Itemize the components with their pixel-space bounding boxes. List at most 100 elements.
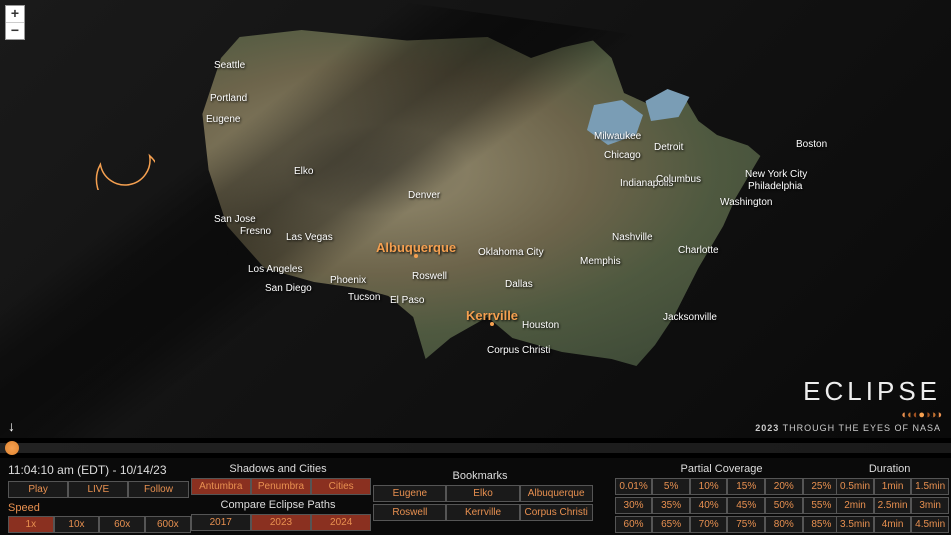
coverage-40[interactable]: 40%	[690, 497, 728, 514]
duration-3min[interactable]: 3min	[911, 497, 949, 514]
city-dallas[interactable]: Dallas	[505, 279, 533, 290]
play-button[interactable]: Play	[8, 481, 68, 498]
time-slider[interactable]	[0, 443, 951, 453]
coverage-60[interactable]: 60%	[615, 516, 653, 533]
moon-phases-icon: ◐◐◐●◑◑◑	[755, 409, 941, 421]
speed-60x-button[interactable]: 60x	[99, 516, 145, 533]
bookmark-albuquerque[interactable]: Albuquerque	[520, 485, 593, 502]
duration-1min[interactable]: 1min	[874, 478, 912, 495]
antumbra-toggle[interactable]: Antumbra	[191, 478, 251, 495]
duration-0.5min[interactable]: 0.5min	[836, 478, 874, 495]
time-slider-thumb[interactable]	[5, 441, 19, 455]
city-phoenix[interactable]: Phoenix	[330, 275, 366, 286]
duration-title: Duration	[836, 463, 943, 475]
city-chicago[interactable]: Chicago	[604, 150, 641, 161]
eclipse-path-shadow	[0, 0, 681, 438]
city-portland[interactable]: Portland	[210, 93, 247, 104]
live-button[interactable]: LIVE	[68, 481, 128, 498]
city-corpus-christi[interactable]: Corpus Christi	[487, 345, 550, 356]
coverage-45[interactable]: 45%	[727, 497, 765, 514]
duration-2.5min[interactable]: 2.5min	[874, 497, 912, 514]
city-seattle[interactable]: Seattle	[214, 60, 245, 71]
city-fresno[interactable]: Fresno	[240, 226, 271, 237]
coverage-title: Partial Coverage	[615, 463, 828, 475]
coverage-75[interactable]: 75%	[727, 516, 765, 533]
city-columbus[interactable]: Columbus	[656, 174, 701, 185]
year-2024-button[interactable]: 2024	[311, 514, 371, 531]
city-jacksonville[interactable]: Jacksonville	[663, 312, 717, 323]
city-eugene[interactable]: Eugene	[206, 114, 240, 125]
duration-4.5min[interactable]: 4.5min	[911, 516, 949, 533]
speed-600x-button[interactable]: 600x	[145, 516, 191, 533]
city-denver[interactable]: Denver	[408, 190, 440, 201]
coverage-20[interactable]: 20%	[765, 478, 803, 495]
bookmark-corpus-christi[interactable]: Corpus Christi	[520, 504, 593, 521]
city-memphis[interactable]: Memphis	[580, 256, 621, 267]
city-elko[interactable]: Elko	[294, 166, 313, 177]
bookmark-elko[interactable]: Elko	[446, 485, 519, 502]
coverage-5[interactable]: 5%	[652, 478, 690, 495]
coverage-30[interactable]: 30%	[615, 497, 653, 514]
city-tucson[interactable]: Tucson	[348, 292, 380, 303]
speed-1x-button[interactable]: 1x	[8, 516, 54, 533]
coverage-70[interactable]: 70%	[690, 516, 728, 533]
logo-tagline: 2023 THROUGH THE EYES OF NASA	[755, 423, 941, 433]
logo-title: ECLIPSE	[755, 376, 941, 407]
time-display: 11:04:10 am (EDT) - 10/14/23	[8, 463, 183, 477]
year-2017-button[interactable]: 2017	[191, 514, 251, 531]
coverage-0.01[interactable]: 0.01%	[615, 478, 653, 495]
cities-toggle[interactable]: Cities	[311, 478, 371, 495]
duration-4min[interactable]: 4min	[874, 516, 912, 533]
bookmarks-section: Bookmarks Eugene Elko Albuquerque Roswel…	[373, 463, 586, 530]
follow-button[interactable]: Follow	[128, 481, 188, 498]
city-san-jose[interactable]: San Jose	[214, 214, 256, 225]
city-new-york-city[interactable]: New York City	[745, 169, 807, 180]
coverage-25[interactable]: 25%	[803, 478, 841, 495]
city-detroit[interactable]: Detroit	[654, 142, 683, 153]
city-boston[interactable]: Boston	[796, 139, 827, 150]
collapse-panel-icon[interactable]: ↓	[8, 418, 15, 434]
coverage-section: Partial Coverage 0.01% 5% 10% 15% 20% 25…	[615, 463, 828, 530]
city-houston[interactable]: Houston	[522, 320, 559, 331]
duration-2min[interactable]: 2min	[836, 497, 874, 514]
bookmark-eugene[interactable]: Eugene	[373, 485, 446, 502]
time-section: 11:04:10 am (EDT) - 10/14/23 Play LIVE F…	[8, 463, 183, 530]
city-las-vegas[interactable]: Las Vegas	[286, 232, 333, 243]
city-albuquerque-highlight[interactable]: Albuquerque	[376, 240, 456, 255]
coverage-15[interactable]: 15%	[727, 478, 765, 495]
speed-10x-button[interactable]: 10x	[54, 516, 100, 533]
duration-1.5min[interactable]: 1.5min	[911, 478, 949, 495]
city-el-paso[interactable]: El Paso	[390, 295, 424, 306]
city-nashville[interactable]: Nashville	[612, 232, 653, 243]
duration-3.5min[interactable]: 3.5min	[836, 516, 874, 533]
map-viewport[interactable]: Seattle Portland Eugene San Jose Fresno …	[0, 0, 951, 438]
penumbra-toggle[interactable]: Penumbra	[251, 478, 311, 495]
bookmarks-title: Bookmarks	[373, 470, 586, 482]
coverage-65[interactable]: 65%	[652, 516, 690, 533]
city-roswell[interactable]: Roswell	[412, 271, 447, 282]
speed-label: Speed	[8, 502, 183, 514]
coverage-10[interactable]: 10%	[690, 478, 728, 495]
city-washington[interactable]: Washington	[720, 197, 772, 208]
coverage-55[interactable]: 55%	[803, 497, 841, 514]
city-san-diego[interactable]: San Diego	[265, 283, 312, 294]
city-los-angeles[interactable]: Los Angeles	[248, 264, 303, 275]
coverage-50[interactable]: 50%	[765, 497, 803, 514]
bookmark-roswell[interactable]: Roswell	[373, 504, 446, 521]
coverage-35[interactable]: 35%	[652, 497, 690, 514]
city-charlotte[interactable]: Charlotte	[678, 245, 719, 256]
city-oklahoma-city[interactable]: Oklahoma City	[478, 247, 544, 258]
bookmark-kerrville[interactable]: Kerrville	[446, 504, 519, 521]
duration-section: Duration 0.5min 1min 1.5min 2min 2.5min …	[836, 463, 943, 530]
city-philadelphia[interactable]: Philadelphia	[748, 181, 803, 192]
zoom-control: + −	[5, 5, 25, 40]
compare-title: Compare Eclipse Paths	[191, 499, 366, 511]
zoom-in-button[interactable]: +	[6, 6, 24, 23]
zoom-out-button[interactable]: −	[6, 23, 24, 39]
city-kerrville-highlight[interactable]: Kerrville	[466, 308, 518, 323]
coverage-85[interactable]: 85%	[803, 516, 841, 533]
shadows-title: Shadows and Cities	[191, 463, 366, 475]
coverage-80[interactable]: 80%	[765, 516, 803, 533]
city-milwaukee[interactable]: Milwaukee	[594, 131, 641, 142]
year-2023-button[interactable]: 2023	[251, 514, 311, 531]
